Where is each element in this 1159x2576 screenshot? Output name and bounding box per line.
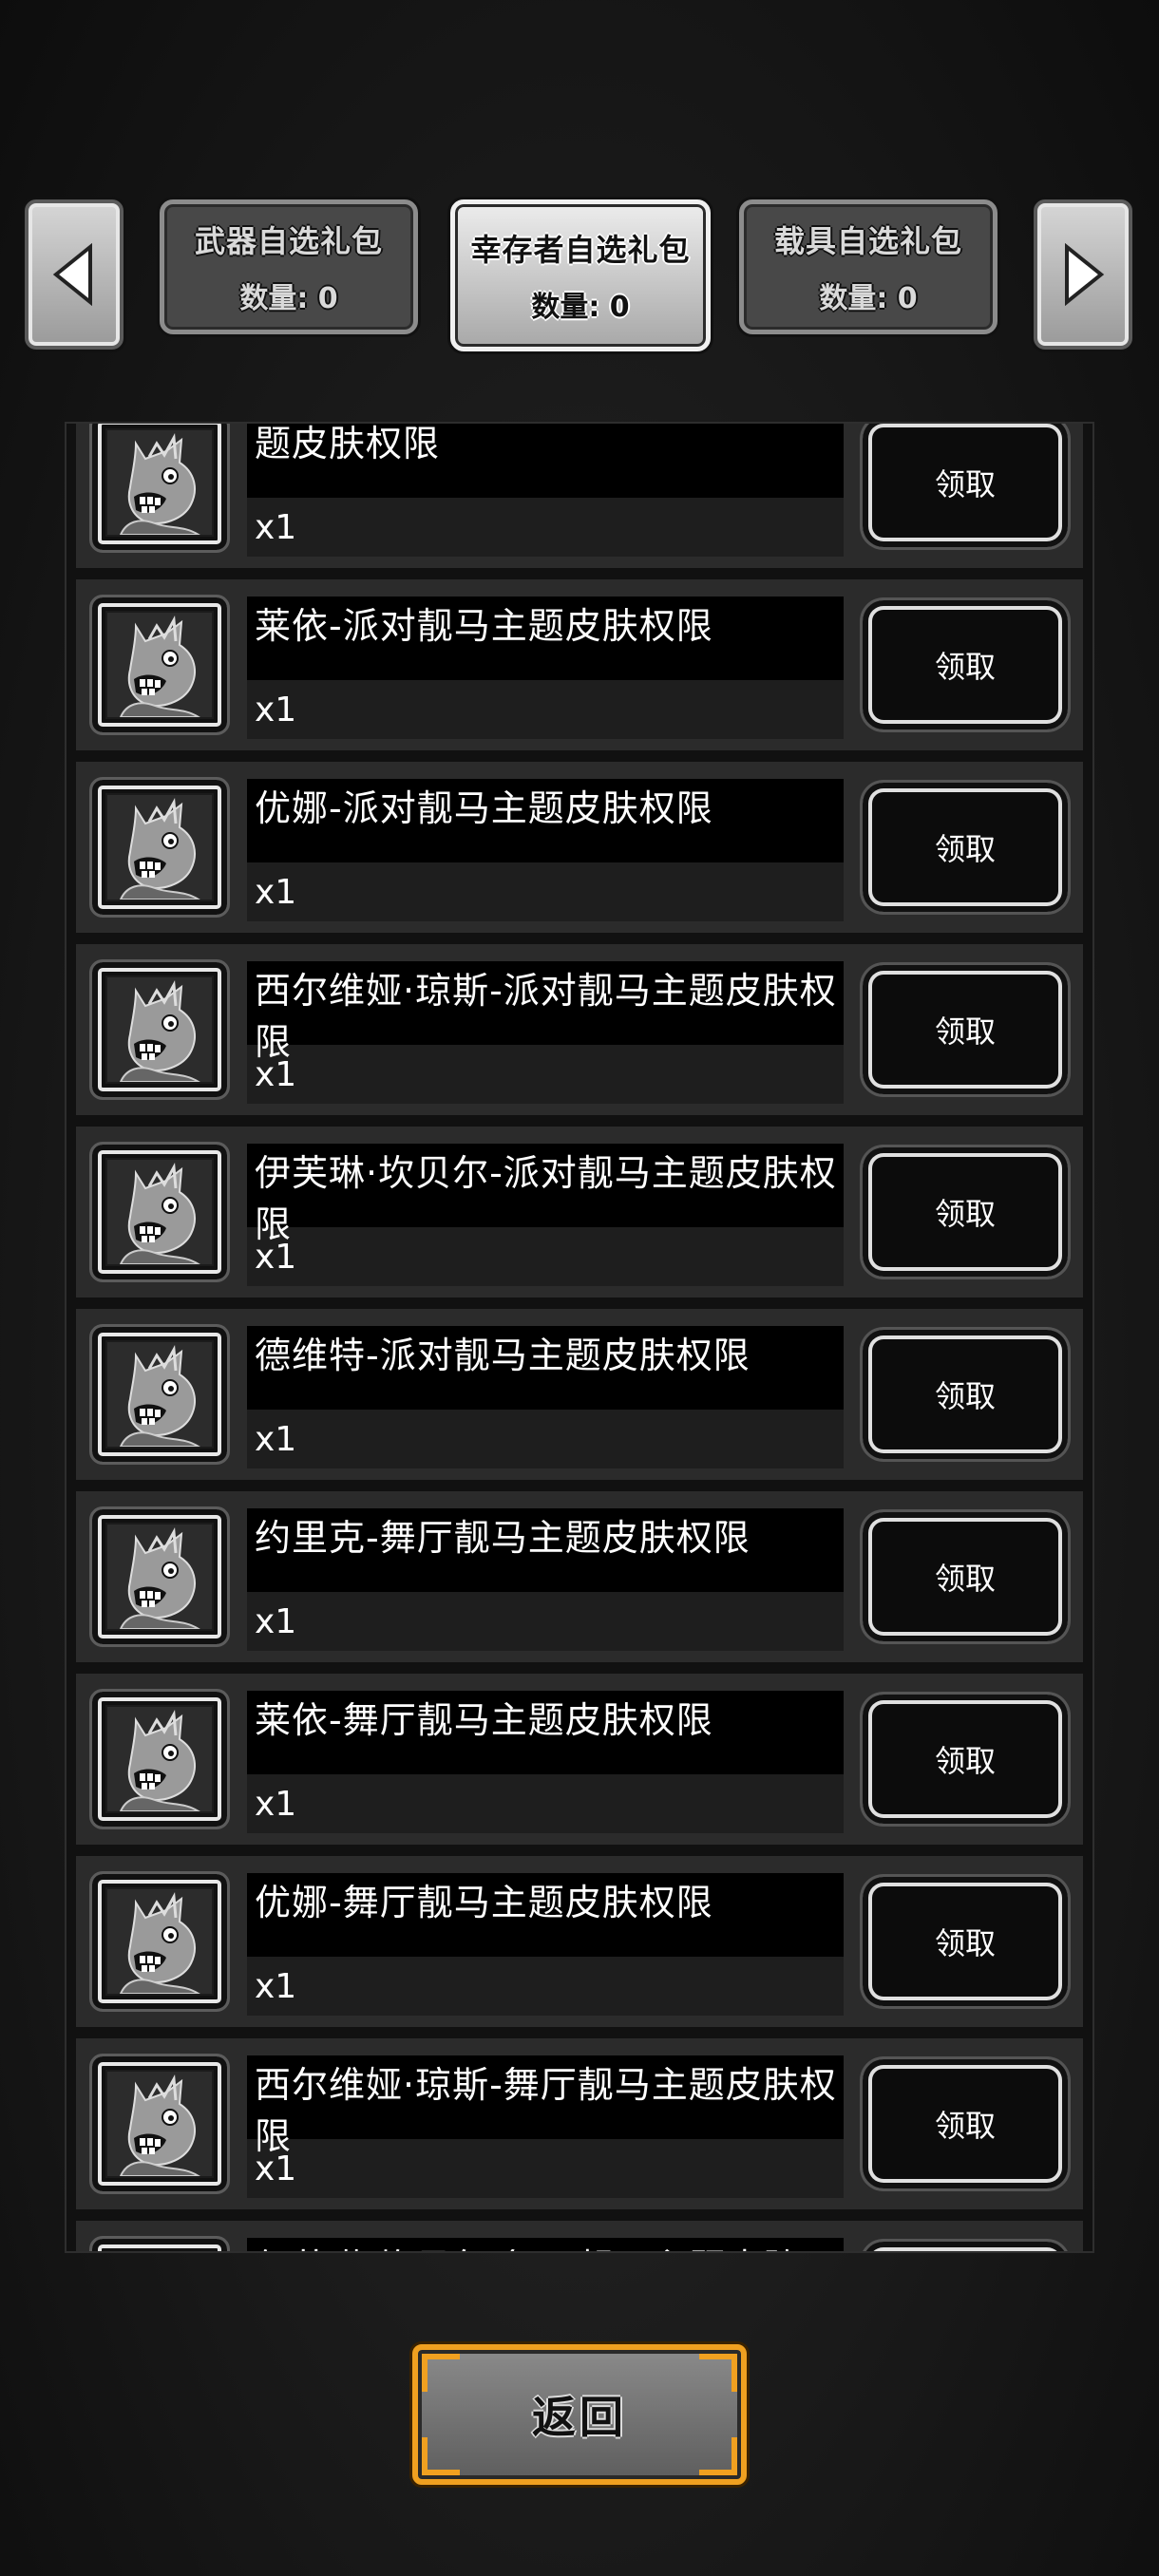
horse-mask-icon [107, 977, 212, 1082]
tab-survivor-pack[interactable]: 幸存者自选礼包 数量: 0 [450, 199, 711, 351]
avatar [89, 777, 230, 918]
list-item: 德维特-派对靓马主题皮肤权限 x1 领取 [76, 1309, 1083, 1480]
count-background [247, 1774, 844, 1833]
tab-title: 载具自选礼包 [773, 223, 962, 259]
back-button[interactable]: 返回 [412, 2344, 747, 2485]
count-background [247, 862, 844, 921]
reward-quantity: x1 [255, 1602, 297, 1641]
list-item: 莱依-舞厅靓马主题皮肤权限 x1 领取 [76, 1674, 1083, 1845]
reward-quantity: x1 [255, 2150, 297, 2188]
horse-mask-icon [107, 1342, 212, 1447]
list-item: 约里克-舞厅靓马主题皮肤权限 x1 领取 [76, 1491, 1083, 1662]
horse-mask-icon [107, 430, 212, 535]
reward-list-content: 题皮肤权限 x1 领取 莱依-派对靓马主题皮肤权限 x1 领取 优娜-派对靓马主… [76, 423, 1083, 2251]
claim-button[interactable]: 领取 [863, 1147, 1068, 1277]
prev-page-button[interactable] [25, 199, 124, 350]
tab-title: 武器自选礼包 [194, 223, 383, 259]
avatar [89, 1142, 230, 1282]
list-item: 西尔维娅·琼斯-派对靓马主题皮肤权限 x1 领取 [76, 944, 1083, 1115]
reward-name: 伊芙琳·坎贝尔-派对靓马主题皮肤权限 [255, 1152, 837, 1245]
reward-quantity: x1 [255, 1420, 297, 1459]
avatar [89, 1506, 230, 1647]
claim-button[interactable]: 领取 [863, 1695, 1068, 1824]
reward-quantity: x1 [255, 508, 297, 547]
count-background [247, 1410, 844, 1468]
avatar [89, 1871, 230, 2012]
tab-vehicle-pack[interactable]: 载具自选礼包 数量: 0 [739, 199, 998, 334]
horse-mask-icon [107, 1525, 212, 1629]
chevron-right-icon [1065, 243, 1105, 306]
reward-name: 优娜-舞厅靓马主题皮肤权限 [255, 1882, 713, 1923]
avatar [89, 595, 230, 735]
list-item: 伊芙琳·坎贝尔-舞厅靓马主题皮肤 [76, 2221, 1083, 2251]
list-item: 优娜-舞厅靓马主题皮肤权限 x1 领取 [76, 1856, 1083, 2027]
avatar [89, 2236, 230, 2251]
reward-quantity: x1 [255, 873, 297, 912]
horse-mask-icon [107, 613, 212, 717]
reward-name: 题皮肤权限 [255, 423, 441, 464]
reward-quantity: x1 [255, 1785, 297, 1824]
horse-mask-icon [107, 795, 212, 900]
claim-button[interactable]: 领取 [863, 2059, 1068, 2188]
reward-quantity: x1 [255, 1238, 297, 1277]
horse-mask-icon [107, 2072, 212, 2176]
back-button-label: 返回 [532, 2392, 627, 2443]
horse-mask-icon [107, 1160, 212, 1264]
claim-button[interactable]: 领取 [863, 783, 1068, 912]
claim-button[interactable]: 领取 [863, 600, 1068, 729]
avatar [89, 2054, 230, 2194]
corner-ornament [422, 2354, 460, 2392]
avatar [89, 1689, 230, 1829]
list-item: 题皮肤权限 x1 领取 [76, 423, 1083, 568]
count-background [247, 1957, 844, 2016]
tab-title: 幸存者自选礼包 [470, 232, 691, 268]
list-item: 伊芙琳·坎贝尔-派对靓马主题皮肤权限 x1 领取 [76, 1127, 1083, 1297]
list-item: 莱依-派对靓马主题皮肤权限 x1 领取 [76, 579, 1083, 750]
reward-list[interactable]: 题皮肤权限 x1 领取 莱依-派对靓马主题皮肤权限 x1 领取 优娜-派对靓马主… [65, 422, 1094, 2253]
count-background [247, 680, 844, 739]
claim-button[interactable]: 领取 [863, 1512, 1068, 1641]
horse-mask-icon [107, 1707, 212, 1811]
reward-name: 约里克-舞厅靓马主题皮肤权限 [255, 1517, 750, 1559]
corner-ornament [699, 2354, 737, 2392]
reward-name: 德维特-派对靓马主题皮肤权限 [255, 1335, 750, 1376]
claim-button[interactable]: 领取 [863, 1330, 1068, 1459]
reward-quantity: x1 [255, 1967, 297, 2006]
corner-ornament [422, 2437, 460, 2475]
reward-name: 莱依-舞厅靓马主题皮肤权限 [255, 1699, 713, 1741]
reward-name: 伊芙琳·坎贝尔-舞厅靓马主题皮肤 [255, 2242, 844, 2251]
chevron-left-icon [52, 243, 92, 306]
avatar [89, 1324, 230, 1465]
avatar [89, 424, 230, 553]
count-background [247, 498, 844, 557]
claim-button[interactable]: 领取 [863, 1877, 1068, 2006]
reward-quantity: x1 [255, 691, 297, 729]
next-page-button[interactable] [1034, 199, 1132, 350]
avatar [89, 959, 230, 1100]
claim-button[interactable]: 领取 [863, 965, 1068, 1094]
claim-button[interactable]: 领取 [863, 424, 1068, 547]
reward-quantity: x1 [255, 1055, 297, 1094]
tab-count: 数量: 0 [239, 282, 338, 315]
corner-ornament [699, 2437, 737, 2475]
reward-name: 莱依-派对靓马主题皮肤权限 [255, 605, 713, 647]
list-item: 优娜-派对靓马主题皮肤权限 x1 领取 [76, 762, 1083, 933]
count-background [247, 1592, 844, 1651]
tab-count: 数量: 0 [531, 291, 630, 324]
reward-name: 西尔维娅·琼斯-舞厅靓马主题皮肤权限 [255, 2064, 837, 2157]
tab-weapon-pack[interactable]: 武器自选礼包 数量: 0 [160, 199, 418, 334]
tab-count: 数量: 0 [819, 282, 918, 315]
horse-mask-icon [107, 1889, 212, 1994]
list-item: 西尔维娅·琼斯-舞厅靓马主题皮肤权限 x1 领取 [76, 2038, 1083, 2209]
reward-name: 优娜-派对靓马主题皮肤权限 [255, 787, 713, 829]
claim-button[interactable] [863, 2242, 1068, 2251]
reward-name: 西尔维娅·琼斯-派对靓马主题皮肤权限 [255, 970, 837, 1063]
